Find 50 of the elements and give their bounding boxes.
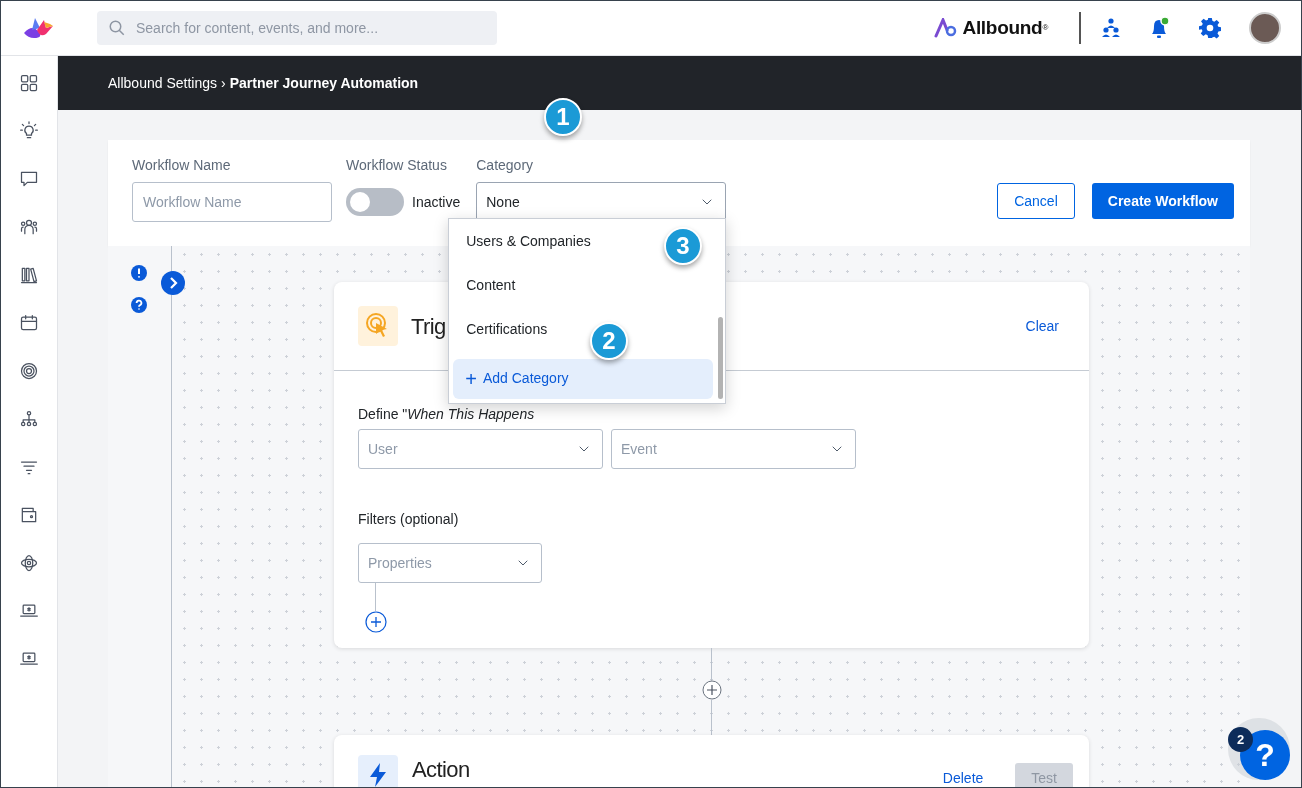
field-label: Category	[476, 156, 535, 174]
card-title: Trig	[411, 312, 446, 341]
hierarchy-icon[interactable]	[19, 409, 39, 429]
expand-icon[interactable]	[161, 271, 185, 295]
help-icon[interactable]	[131, 297, 147, 313]
target-icon[interactable]	[19, 361, 39, 381]
cancel-button[interactable]: Cancel	[997, 183, 1075, 219]
dropdown-field[interactable]: Event	[611, 429, 856, 469]
properties-field[interactable]: Properties	[358, 543, 542, 583]
orbit-icon[interactable]	[19, 553, 39, 573]
people-icon[interactable]	[19, 217, 39, 237]
avatar[interactable]	[1249, 12, 1281, 44]
card-title: Action	[412, 757, 470, 783]
calendar-icon[interactable]	[19, 313, 39, 333]
add-category-item[interactable]: + Add Category	[453, 358, 714, 399]
lightning-icon	[358, 755, 398, 787]
define-label: Define "When This Happens	[358, 405, 536, 424]
settings-icon[interactable]	[1199, 17, 1221, 39]
delete-link[interactable]: Delete	[942, 767, 984, 787]
breadcrumb-separator: ›	[220, 73, 226, 93]
books-icon[interactable]	[19, 265, 39, 285]
field-label: Workflow Name	[132, 156, 232, 174]
grid-icon[interactable]	[19, 73, 39, 93]
status-toggle[interactable]	[346, 188, 404, 216]
filters-label: Filters (optional)	[358, 510, 460, 529]
search-field[interactable]: Search for content, events, and more...	[97, 11, 497, 45]
lightbulb-icon[interactable]	[19, 121, 39, 141]
chat-icon[interactable]	[19, 169, 39, 189]
bell-icon[interactable]	[1149, 16, 1171, 40]
wallet-icon[interactable]	[19, 505, 39, 525]
dropdown-item[interactable]: Users & Companies	[453, 219, 603, 264]
workflow-name-field[interactable]: Workflow Name	[132, 182, 332, 222]
field-label: Workflow Status	[346, 156, 448, 174]
pointer-icon	[358, 306, 398, 346]
add-step-icon[interactable]	[701, 680, 722, 700]
dropdown-item[interactable]: Certifications	[453, 307, 560, 352]
scrollbar-thumb[interactable]	[718, 317, 724, 399]
clear-link[interactable]: Clear	[1025, 315, 1059, 337]
people-icon[interactable]	[1101, 18, 1121, 38]
add-filter-icon[interactable]	[365, 611, 387, 633]
status-text: Inactive	[412, 192, 461, 212]
brand-name: Allbound$^{®}$	[962, 15, 1048, 40]
create-workflow-button[interactable]: Create Workflow	[1091, 183, 1234, 219]
brand-mark-icon	[934, 18, 959, 38]
alert-icon[interactable]	[131, 265, 147, 281]
dropdown-item[interactable]: Content	[453, 263, 528, 308]
bird-logo[interactable]	[22, 16, 54, 40]
dropdown-field[interactable]: User	[358, 429, 603, 469]
breadcrumb-link[interactable]: Allbound Settings	[108, 72, 217, 94]
breadcrumb-current: Partner Journey Automation	[229, 73, 419, 93]
